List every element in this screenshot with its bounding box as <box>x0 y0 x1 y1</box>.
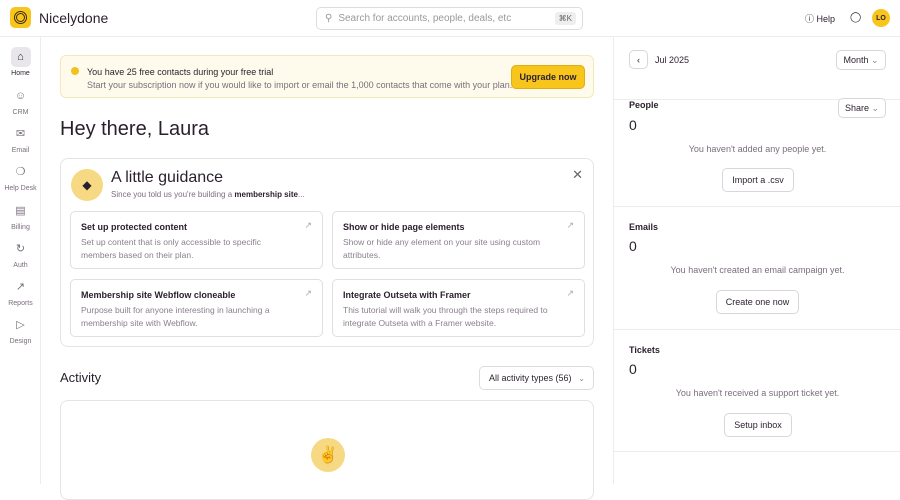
card-desc: Purpose built for anyone interesting in … <box>81 305 270 328</box>
banner-text: Start your subscription now if you would… <box>87 80 513 90</box>
cursor-icon: ▷ <box>16 319 25 331</box>
page-title: Hey there, Laura <box>60 118 209 140</box>
card-title: Show or hide page elements <box>343 222 465 232</box>
external-arrow-icon: ↗ <box>566 220 574 230</box>
guide-card[interactable]: Show or hide page elements Show or hide a… <box>332 211 585 269</box>
sidebar-item-crm[interactable]: ☺ CRM <box>0 86 41 116</box>
tickets-label: Tickets <box>629 345 660 355</box>
external-arrow-icon: ↗ <box>566 288 574 298</box>
emails-count: 0 <box>629 238 637 254</box>
info-dot-icon <box>71 67 79 75</box>
mail-icon: ✉ <box>15 128 26 140</box>
card-desc: Set up content that is only accessible t… <box>81 237 262 260</box>
sidebar-label: Auth <box>13 262 28 269</box>
people-label: People <box>629 100 659 110</box>
activity-heading: Activity <box>60 370 102 385</box>
guidance-title: A little guidance <box>111 169 224 186</box>
import-csv-button[interactable]: Import a .csv <box>722 168 794 192</box>
emails-section: Emails 0 You haven't created an email ca… <box>614 207 900 330</box>
login-icon: ↻ <box>15 243 26 255</box>
people-count: 0 <box>629 117 637 133</box>
period-label: Month <box>843 55 869 65</box>
guidance-subtitle: Since you told us you're building a memb… <box>111 190 305 199</box>
emails-label: Emails <box>629 222 659 232</box>
card-desc: Show or hide any element on your site us… <box>343 237 541 260</box>
top-bar: Nicelydone ⚲ Search for accounts, people,… <box>0 0 900 37</box>
tickets-count: 0 <box>629 361 637 377</box>
sidebar-label: Email <box>11 147 30 154</box>
guide-card[interactable]: Integrate Outseta with Framer This tutori… <box>332 279 585 337</box>
chevron-left-icon: ‹ <box>637 54 640 65</box>
logo-icon[interactable] <box>10 7 31 28</box>
card-title: Set up protected content <box>81 222 188 232</box>
shortcut-badge: ⌘K <box>554 12 576 25</box>
share-label: Share <box>844 103 869 113</box>
chat-bubbles-icon: ❍ <box>15 166 26 178</box>
create-campaign-button[interactable]: Create one now <box>716 290 799 314</box>
stats-panel: ‹ Jul 2025 Month ⌄ People Share ⌄ 0 You … <box>613 37 900 484</box>
tickets-section: Tickets 0 You haven't received a support… <box>614 330 900 452</box>
prev-month-button[interactable]: ‹ <box>629 50 648 69</box>
sidebar-item-auth[interactable]: ↻ Auth <box>0 239 41 269</box>
chart-icon: ↗ <box>15 281 26 293</box>
peace-hand-icon: ✌ <box>311 438 345 472</box>
directions-icon: ◆ <box>71 169 103 201</box>
period-select[interactable]: Month ⌄ <box>836 50 886 70</box>
sidebar-label: Reports <box>8 300 33 307</box>
guide-card[interactable]: Set up protected content Set up content t… <box>70 211 323 269</box>
emails-empty-msg: You haven't created an email campaign ye… <box>670 265 845 275</box>
guide-card[interactable]: Membership site Webflow cloneable Purpose… <box>70 279 323 337</box>
close-icon[interactable]: ✕ <box>572 167 583 183</box>
card-desc: This tutorial will walk you through the … <box>343 305 548 328</box>
sidebar-item-home[interactable]: ⌂ Home <box>0 47 41 77</box>
search-placeholder: Search for accounts, people, deals, etc <box>338 13 512 24</box>
people-section: People Share ⌄ 0 You haven't added any p… <box>614 98 900 207</box>
sidebar-item-reports[interactable]: ↗ Reports <box>0 277 41 307</box>
user-icon: ☺ <box>14 90 27 102</box>
share-button[interactable]: Share ⌄ <box>838 98 886 118</box>
help-icon: ⓘ <box>805 14 815 24</box>
current-month: Jul 2025 <box>655 55 690 65</box>
help-label: Help <box>816 14 836 24</box>
external-arrow-icon: ↗ <box>304 220 312 230</box>
search-icon: ⚲ <box>325 13 333 24</box>
help-button[interactable]: ⓘ Help <box>805 12 835 25</box>
sidebar-label: Home <box>11 70 30 77</box>
subtitle-ellipsis: ... <box>297 190 305 199</box>
card-title: Integrate Outseta with Framer <box>343 290 471 300</box>
search-input[interactable]: ⚲ Search for accounts, people, deals, etc… <box>316 7 583 30</box>
sidebar-label: Help Desk <box>4 185 37 192</box>
chevron-down-icon: ⌄ <box>578 373 585 383</box>
wallet-icon: ▤ <box>15 205 26 217</box>
activity-feed: ✌ <box>60 400 594 500</box>
chevron-down-icon: ⌄ <box>871 102 880 113</box>
banner-title: You have 25 free contacts during your fr… <box>87 67 274 77</box>
sidebar-label: Billing <box>11 224 30 231</box>
external-arrow-icon: ↗ <box>304 288 312 298</box>
guidance-panel: ◆ A little guidance Since you told us yo… <box>60 158 594 347</box>
chevron-down-icon: ⌄ <box>870 54 879 65</box>
brand-name: Nicelydone <box>39 10 109 26</box>
trial-banner: You have 25 free contacts during your fr… <box>60 55 594 98</box>
sidebar-item-billing[interactable]: ▤ Billing <box>0 201 41 231</box>
sidebar: ⌂ Home ☺ CRM ✉ Email ❍ Help Desk ▤ Billing ↻ A… <box>0 37 41 484</box>
subtitle-bold: membership site <box>234 190 298 199</box>
chat-icon[interactable]: ◯ <box>850 12 861 23</box>
card-title: Membership site Webflow cloneable <box>81 290 236 300</box>
activity-filter-select[interactable]: All activity types (56) ⌄ <box>479 366 594 390</box>
setup-inbox-button[interactable]: Setup inbox <box>724 413 792 437</box>
home-icon: ⌂ <box>10 47 31 67</box>
subtitle-text: Since you told us you're building a <box>111 190 235 199</box>
filter-label: All activity types (56) <box>489 373 572 383</box>
sidebar-label: CRM <box>12 109 29 116</box>
avatar[interactable]: LO <box>872 9 890 27</box>
sidebar-item-design[interactable]: ▷ Design <box>0 315 41 345</box>
sidebar-item-help-desk[interactable]: ❍ Help Desk <box>0 162 41 192</box>
tickets-empty-msg: You haven't received a support ticket ye… <box>675 388 840 398</box>
sidebar-item-email[interactable]: ✉ Email <box>0 124 41 154</box>
upgrade-button[interactable]: Upgrade now <box>511 65 585 89</box>
people-empty-msg: You haven't added any people yet. <box>688 144 827 154</box>
sidebar-label: Design <box>9 338 32 345</box>
